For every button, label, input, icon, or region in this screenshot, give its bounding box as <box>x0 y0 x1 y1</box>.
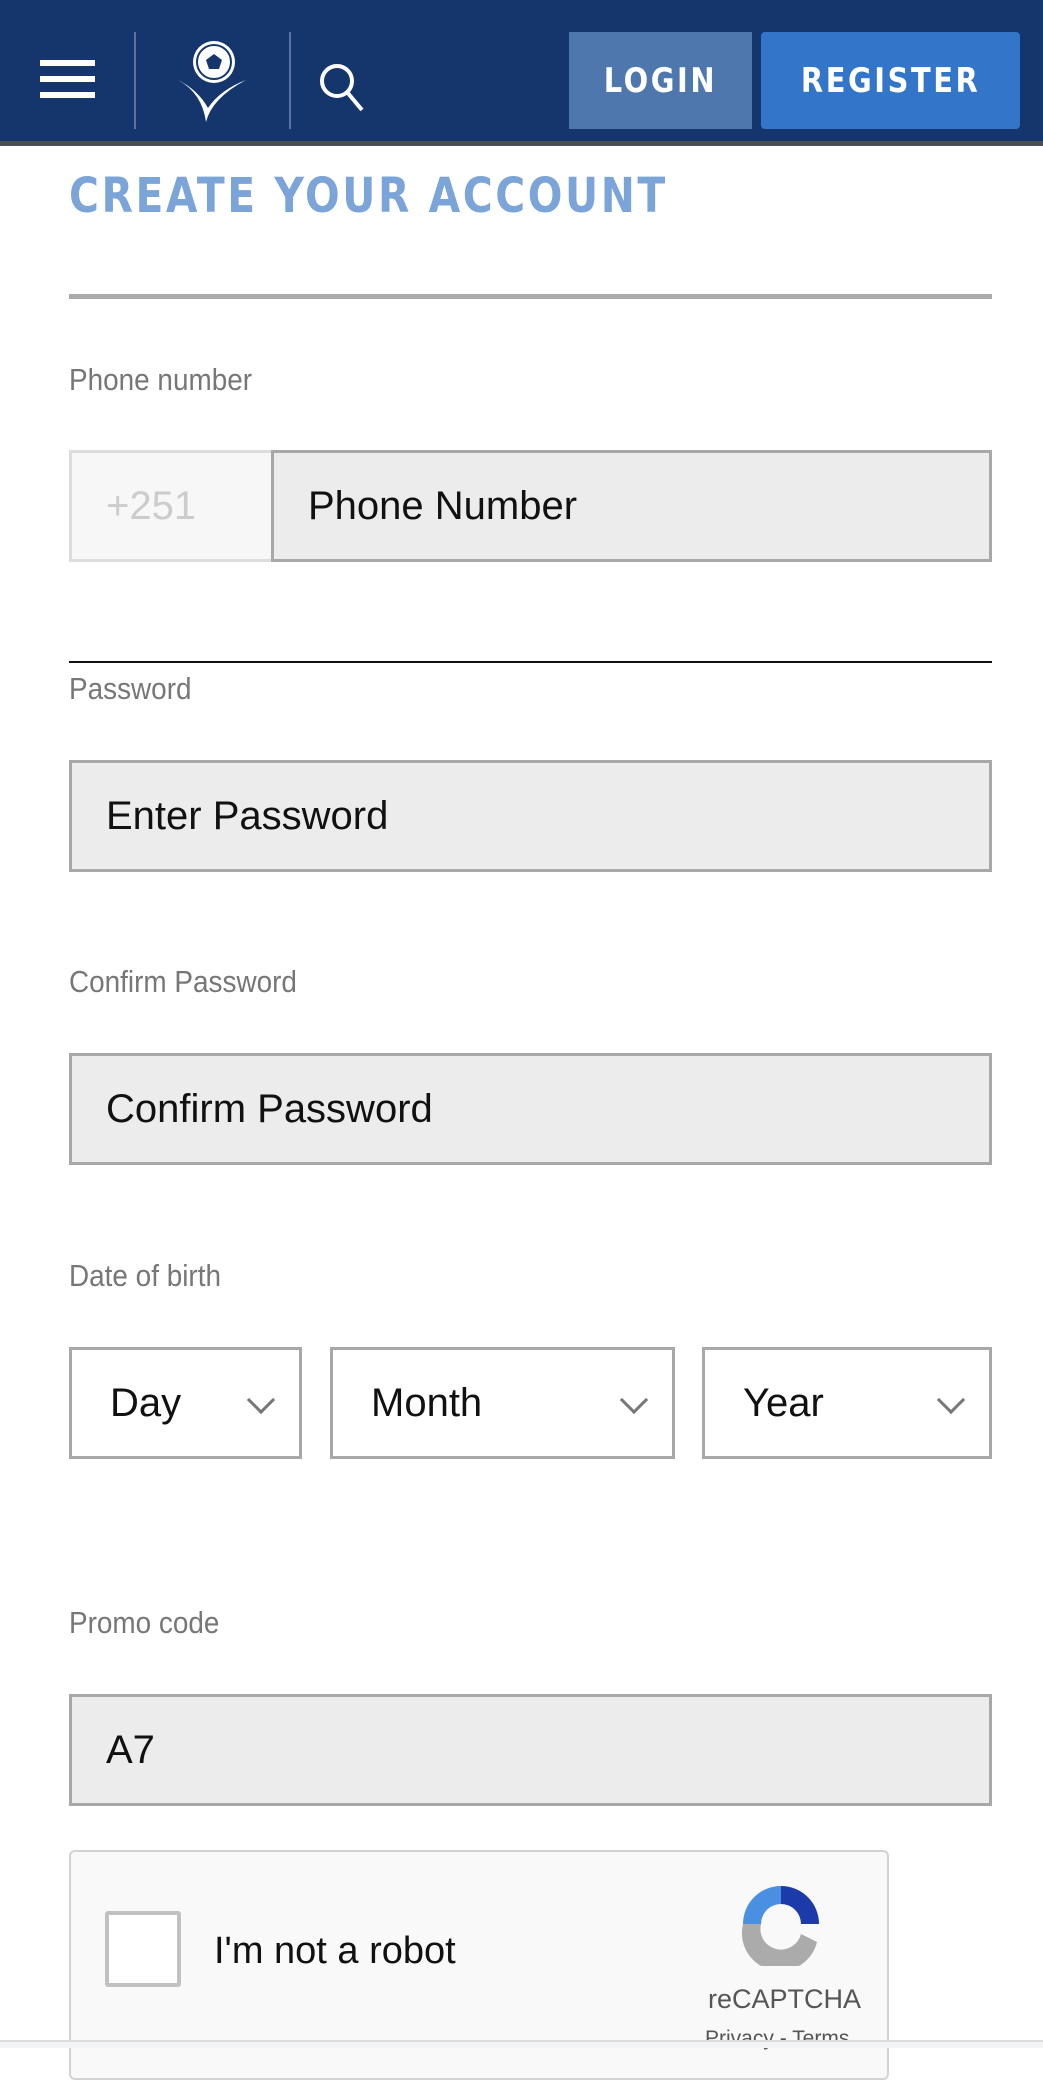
country-code-prefix: +251 <box>69 450 273 562</box>
chevron-down-icon <box>619 1385 649 1415</box>
divider <box>289 32 291 129</box>
divider <box>69 294 992 299</box>
dob-label: Date of birth <box>69 1258 221 1293</box>
recaptcha-brand: reCAPTCHA <box>708 1984 862 2014</box>
day-value: Day <box>110 1380 182 1425</box>
logo-icon[interactable] <box>172 38 252 124</box>
bottom-edge <box>0 2040 1043 2048</box>
register-button[interactable] <box>761 32 1020 129</box>
confirm-password-label: Confirm Password <box>69 964 297 999</box>
year-value: Year <box>743 1380 824 1425</box>
password-input[interactable]: Enter Password <box>69 760 992 872</box>
password-label: Password <box>69 671 192 706</box>
recaptcha-logo-icon <box>741 1886 819 1966</box>
day-select[interactable]: Day <box>69 1347 302 1459</box>
chevron-down-icon <box>936 1385 966 1415</box>
login-button[interactable]: LOGIN <box>569 32 752 129</box>
promo-label: Promo code <box>69 1605 220 1640</box>
year-select[interactable]: Year <box>702 1347 992 1459</box>
month-value: Month <box>371 1380 483 1425</box>
promo-code-input[interactable]: A7 <box>69 1694 992 1806</box>
phone-label: Phone number <box>69 362 253 397</box>
month-select[interactable]: Month <box>330 1347 675 1459</box>
divider <box>69 661 992 663</box>
page-title: CREATE YOUR ACCOUNT <box>69 168 668 224</box>
phone-input[interactable]: Phone Number <box>271 450 992 562</box>
hamburger-menu-icon[interactable] <box>40 60 95 100</box>
recaptcha-checkbox[interactable] <box>105 1911 181 1987</box>
top-nav-bar: LOGIN REGISTER <box>0 0 1043 146</box>
chevron-down-icon <box>246 1385 276 1415</box>
confirm-password-input[interactable]: Confirm Password <box>69 1053 992 1165</box>
recaptcha-text: I'm not a robot <box>214 1930 456 1972</box>
divider <box>134 32 136 129</box>
search-icon[interactable] <box>316 60 370 114</box>
